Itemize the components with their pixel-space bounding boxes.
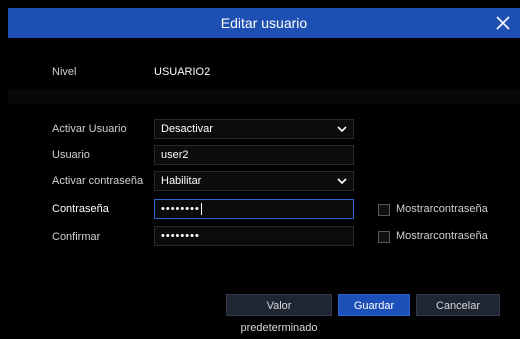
- dialog-title: Editar usuario: [220, 15, 308, 31]
- activate-user-label: Activar Usuario: [52, 123, 127, 135]
- close-icon[interactable]: [494, 14, 512, 32]
- activate-password-select[interactable]: Habilitar: [154, 171, 354, 191]
- chevron-down-icon: [337, 178, 347, 185]
- text-caret: [200, 203, 202, 216]
- show-confirm-label[interactable]: Mostrarcontraseña: [396, 230, 488, 242]
- dialog-title-bar: Editar usuario: [8, 8, 520, 38]
- password-mask: ••••••••: [161, 203, 200, 215]
- activate-user-value: Desactivar: [161, 123, 213, 135]
- activate-password-value: Habilitar: [161, 175, 202, 187]
- cancel-button[interactable]: Cancelar: [416, 294, 500, 316]
- confirm-password-input[interactable]: ••••••••: [154, 226, 354, 246]
- show-password-checkbox[interactable]: [378, 204, 390, 216]
- show-confirm-checkbox[interactable]: [378, 231, 390, 243]
- save-button[interactable]: Guardar: [338, 294, 410, 316]
- level-label: Nivel: [52, 66, 77, 78]
- password-input[interactable]: ••••••••: [154, 199, 354, 219]
- section-divider: [8, 90, 520, 104]
- confirm-mask: ••••••••: [161, 230, 200, 242]
- confirm-label: Confirmar: [52, 231, 101, 243]
- username-input[interactable]: user2: [154, 145, 354, 165]
- level-value: USUARIO2: [154, 66, 211, 78]
- show-password-label[interactable]: Mostrarcontraseña: [396, 203, 488, 215]
- username-value: user2: [161, 149, 189, 161]
- default-values-button[interactable]: Valor predeterminado: [226, 294, 332, 334]
- activate-password-label: Activar contraseña: [52, 175, 144, 187]
- chevron-down-icon: [337, 126, 347, 133]
- password-label: Contraseña: [52, 203, 109, 215]
- username-label: Usuario: [52, 149, 90, 161]
- activate-user-select[interactable]: Desactivar: [154, 119, 354, 139]
